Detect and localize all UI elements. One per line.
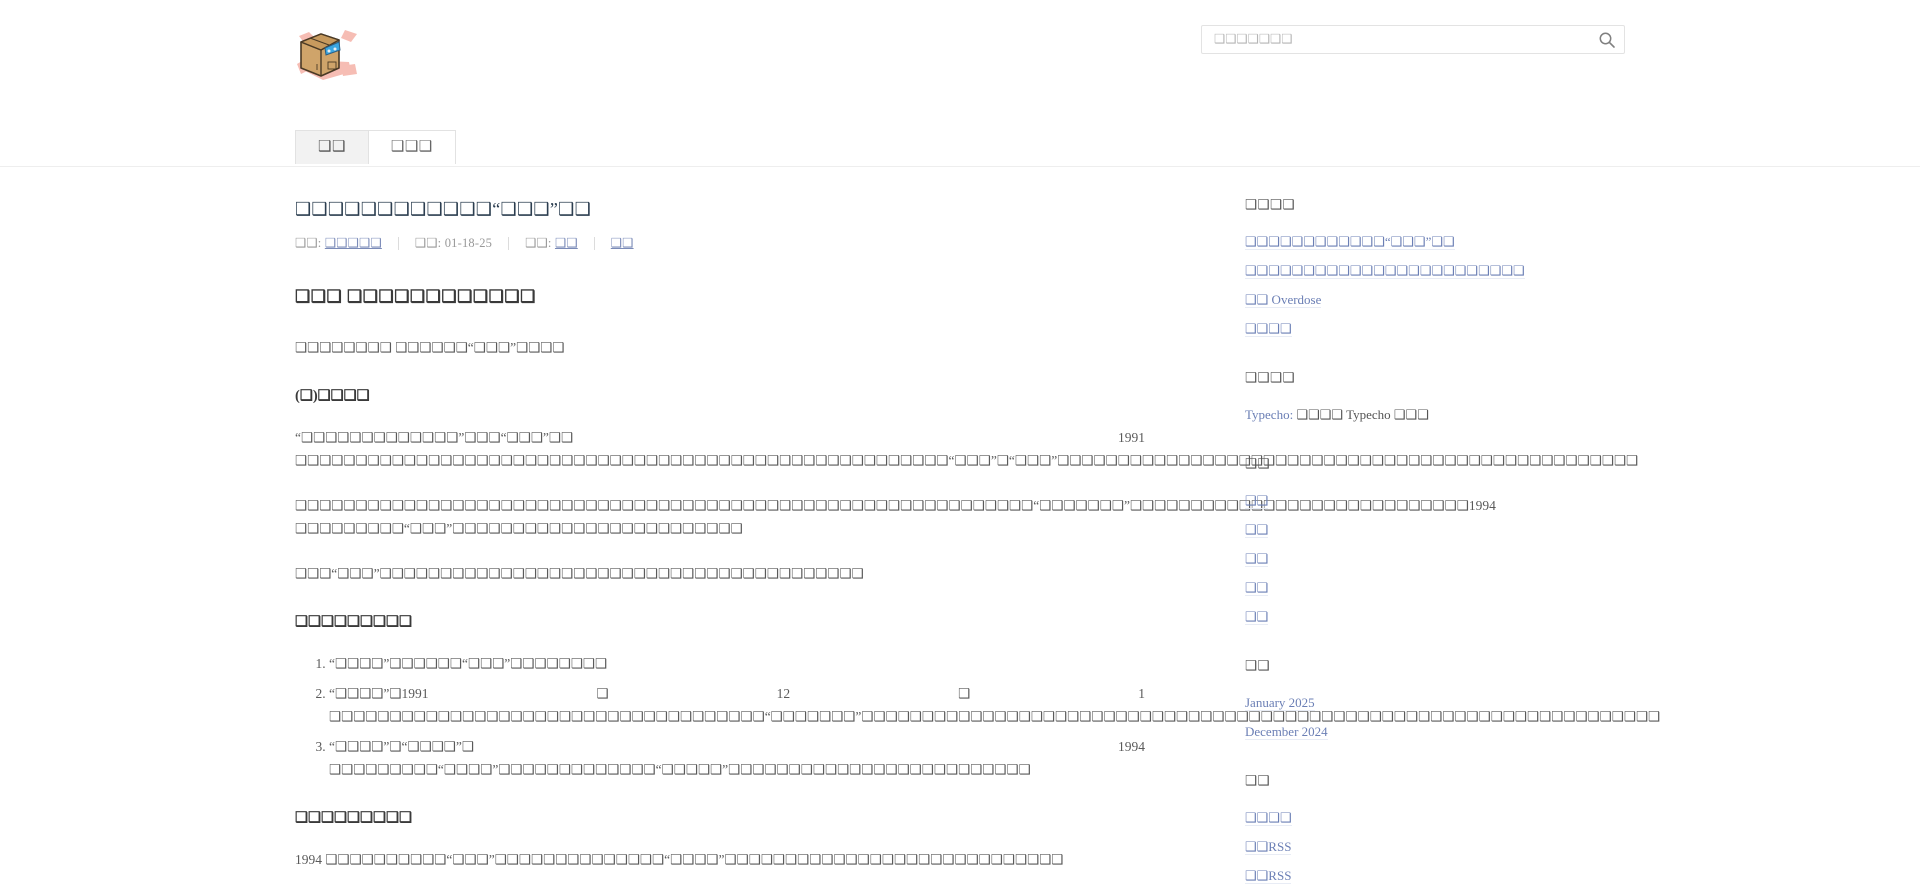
comment-author-link-0[interactable]: Typecho: — [1245, 407, 1293, 422]
search-icon[interactable] — [1598, 31, 1616, 49]
list-item: Typecho: ❑❑❑❑ Typecho ❑❑❑ — [1245, 406, 1595, 424]
widget-title-recent-posts: ❑❑❑❑ — [1245, 197, 1296, 212]
meta-separator — [593, 236, 595, 250]
list-item: ❑❑❑❑❑❑❑❑❑❑❑❑“❑❑❑”❑❑ — [1245, 233, 1595, 251]
site-header: ❑❑ ❑❑❑ — [0, 0, 1920, 167]
archive-link-0[interactable]: January 2025 — [1245, 695, 1315, 711]
post-section1-p1: “❑❑❑❑❑❑❑❑❑❑❑❑❑”❑❑❑“❑❑❑”❑❑ 1991 ❑❑❑❑❑❑❑❑❑… — [295, 430, 1639, 468]
widget-title-archives: ❑❑ — [1245, 658, 1271, 673]
meta-link-comments-rss[interactable]: ❑❑RSS — [1245, 868, 1292, 884]
widget-title-meta: ❑❑ — [1245, 773, 1271, 788]
comment-text-0: ❑❑❑❑ Typecho ❑❑❑ — [1293, 407, 1429, 422]
list-item: ❑❑❑❑ — [1245, 809, 1595, 827]
meta-separator — [397, 236, 399, 250]
post-category-segment: ❑❑: ❑❑ — [525, 235, 578, 251]
main-column: ❑❑❑❑❑❑❑❑❑❑❑❑“❑❑❑”❑❑ ❑❑: ❑❑❑❑❑ ❑❑: 01-18-… — [295, 197, 1660, 888]
post-list-1: “❑❑❑❑”❑❑❑❑❑❑“❑❑❑”❑❑❑❑❑❑❑❑ “❑❑❑❑”❑1991 ❑ … — [295, 652, 1660, 781]
list-item: December 2024 — [1245, 723, 1595, 741]
post-date-segment: ❑❑: 01-18-25 — [415, 235, 492, 251]
recent-post-link-3[interactable]: ❑❑❑❑ — [1245, 321, 1292, 337]
category-link-1[interactable]: ❑❑ — [1245, 522, 1269, 538]
post-section2-heading: ❑❑❑❑❑❑❑❑❑ — [295, 614, 412, 630]
meta-list: ❑❑❑❑ ❑❑RSS ❑❑RSS — [1245, 809, 1595, 885]
post-section3-p1: 1994 ❑❑❑❑❑❑❑❑❑❑“❑❑❑”❑❑❑❑❑❑❑❑❑❑❑❑❑❑“❑❑❑❑”… — [295, 852, 1064, 867]
category-link-2[interactable]: ❑❑ — [1245, 551, 1269, 567]
list-item: ❑❑ Overdose — [1245, 291, 1595, 309]
post-meta: ❑❑: ❑❑❑❑❑ ❑❑: 01-18-25 ❑❑: ❑❑ ❑❑ — [295, 235, 1145, 251]
list-item: ❑❑❑❑ — [1245, 320, 1595, 338]
post-comments-segment: ❑❑ — [611, 235, 634, 251]
widget-archives: ❑❑ January 2025 December 2024 — [1245, 658, 1595, 741]
list-item: “❑❑❑❑”❑“❑❑❑❑”❑ 1994 ❑❑❑❑❑❑❑❑❑“❑❑❑❑”❑❑❑❑❑… — [329, 735, 1145, 781]
category-link-4[interactable]: ❑❑ — [1245, 609, 1269, 625]
list-item: ❑❑ — [1245, 492, 1595, 510]
list-item: ❑❑❑❑❑❑❑❑❑❑❑❑❑❑❑❑❑❑❑❑❑❑❑❑ — [1245, 262, 1595, 280]
post-comments-link[interactable]: ❑❑ — [611, 236, 634, 250]
page-root: ❑❑ ❑❑❑ ❑❑❑❑❑❑❑❑❑❑❑❑“❑❑❑”❑❑ ❑❑: — [0, 0, 1920, 888]
post-category-label: ❑❑: — [525, 236, 552, 250]
list-item: ❑❑ — [1245, 521, 1595, 539]
post-date-label: ❑❑: — [414, 236, 442, 250]
post-section1-p2: ❑❑❑❑❑❑❑❑❑❑❑❑❑❑❑❑❑❑❑❑❑❑❑❑❑❑❑❑❑❑❑❑❑❑❑❑❑❑❑❑… — [295, 498, 1496, 536]
post-author-segment: ❑❑: ❑❑❑❑❑ — [295, 235, 382, 251]
post-author-link[interactable]: ❑❑❑❑❑ — [325, 236, 382, 250]
categories-list: ❑❑ ❑❑ ❑❑ ❑❑ ❑❑ — [1245, 492, 1595, 626]
archives-list: January 2025 December 2024 — [1245, 694, 1595, 741]
category-link-0[interactable]: ❑❑ — [1245, 493, 1269, 509]
list-item: ❑❑ — [1245, 608, 1595, 626]
list-item: “❑❑❑❑”❑1991 ❑ 12 ❑ 1 ❑❑❑❑❑❑❑❑❑❑❑❑❑❑❑❑❑❑❑… — [329, 682, 1660, 728]
category-link-3[interactable]: ❑❑ — [1245, 580, 1269, 596]
widget-recent-posts: ❑❑❑❑ ❑❑❑❑❑❑❑❑❑❑❑❑“❑❑❑”❑❑ ❑❑❑❑❑❑❑❑❑❑❑❑❑❑❑… — [1245, 197, 1595, 338]
nav-item-0[interactable]: ❑❑ — [295, 130, 369, 164]
post-intro: ❑❑❑❑❑❑❑❑ ❑❑❑❑❑❑“❑❑❑”❑❑❑❑ — [295, 340, 565, 355]
list-item: ❑❑RSS — [1245, 838, 1595, 856]
meta-separator — [508, 236, 510, 250]
recent-post-link-1[interactable]: ❑❑❑❑❑❑❑❑❑❑❑❑❑❑❑❑❑❑❑❑❑❑❑❑ — [1245, 263, 1525, 279]
sidebar: ❑❑❑❑ ❑❑❑❑❑❑❑❑❑❑❑❑“❑❑❑”❑❑ ❑❑❑❑❑❑❑❑❑❑❑❑❑❑❑… — [1175, 197, 1595, 888]
recent-post-link-2[interactable]: ❑❑ Overdose — [1245, 292, 1322, 308]
meta-link-posts-rss[interactable]: ❑❑RSS — [1245, 839, 1292, 855]
widget-recent-comments: ❑❑❑❑ Typecho: ❑❑❑❑ Typecho ❑❑❑ — [1245, 370, 1595, 424]
post-section1-heading: (❑)❑❑❑❑ — [295, 388, 370, 404]
post-category-link[interactable]: ❑❑ — [555, 236, 578, 250]
nav-item-1[interactable]: ❑❑❑ — [367, 130, 456, 164]
post-section3-heading: ❑❑❑❑❑❑❑❑❑ — [295, 810, 412, 826]
archive-link-1[interactable]: December 2024 — [1245, 724, 1328, 740]
list-item: January 2025 — [1245, 694, 1595, 712]
recent-post-link-0[interactable]: ❑❑❑❑❑❑❑❑❑❑❑❑“❑❑❑”❑❑ — [1245, 234, 1455, 250]
content-area: ❑❑❑❑❑❑❑❑❑❑❑❑“❑❑❑”❑❑ ❑❑: ❑❑❑❑❑ ❑❑: 01-18-… — [295, 167, 1660, 888]
recent-comments-list: Typecho: ❑❑❑❑ Typecho ❑❑❑ — [1245, 406, 1595, 424]
list-item: ❑❑ — [1245, 579, 1595, 597]
post-title[interactable]: ❑❑❑❑❑❑❑❑❑❑❑❑“❑❑❑”❑❑ — [295, 197, 1145, 221]
widget-title-categories: ❑❑ — [1245, 456, 1271, 471]
cardboard-box-icon[interactable] — [295, 24, 363, 86]
post-body: ❑❑❑ ❑❑❑❑❑❑❑❑❑❑❑❑ ❑❑❑❑❑❑❑❑ ❑❑❑❑❑❑“❑❑❑”❑❑❑… — [295, 285, 1660, 888]
post-heading: ❑❑❑ ❑❑❑❑❑❑❑❑❑❑❑❑ — [295, 287, 536, 306]
list-item: ❑❑ — [1245, 550, 1595, 568]
search-box[interactable] — [1201, 25, 1625, 54]
list-item: ❑❑RSS — [1245, 867, 1595, 885]
main-nav: ❑❑ ❑❑❑ — [295, 130, 456, 164]
post-section1-p3: ❑❑❑“❑❑❑”❑❑❑❑❑❑❑❑❑❑❑❑❑❑❑❑❑❑❑❑❑❑❑❑❑❑❑❑❑❑❑❑… — [295, 566, 864, 581]
post-author-label: ❑❑: — [295, 236, 322, 250]
post-date-value: 01-18-25 — [444, 236, 493, 250]
widget-title-recent-comments: ❑❑❑❑ — [1245, 370, 1296, 385]
recent-posts-list: ❑❑❑❑❑❑❑❑❑❑❑❑“❑❑❑”❑❑ ❑❑❑❑❑❑❑❑❑❑❑❑❑❑❑❑❑❑❑❑… — [1245, 233, 1595, 338]
search-input[interactable] — [1212, 26, 1598, 53]
widget-meta: ❑❑ ❑❑❑❑ ❑❑RSS ❑❑RSS — [1245, 773, 1595, 885]
widget-categories: ❑❑ ❑❑ ❑❑ ❑❑ ❑❑ ❑❑ — [1245, 456, 1595, 626]
meta-link-login[interactable]: ❑❑❑❑ — [1245, 810, 1292, 826]
list-item: “❑❑❑❑”❑❑❑❑❑❑“❑❑❑”❑❑❑❑❑❑❑❑ — [329, 652, 1145, 675]
